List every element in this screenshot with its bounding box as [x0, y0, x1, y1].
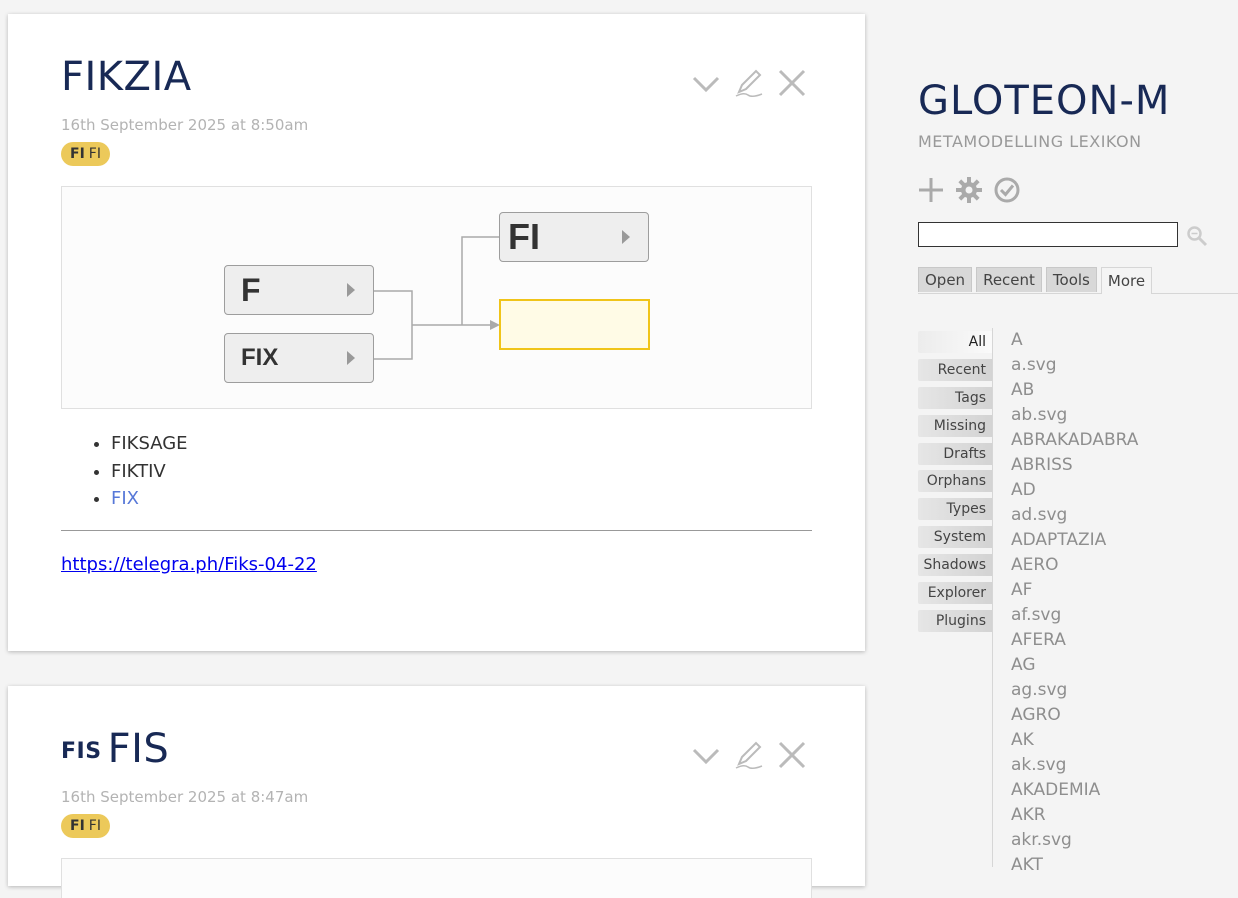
list-item[interactable]: ab.svg: [1011, 403, 1138, 428]
tag-pill[interactable]: FI FI: [61, 142, 110, 166]
sidebar-tabs: Open Recent Tools More: [918, 267, 1238, 294]
tiddler-fis: FIS FIS 16th September 2025 at 8:47am FI …: [8, 686, 865, 898]
expand-arrow-icon[interactable]: [347, 351, 355, 365]
list-item: FIKSAGE: [111, 430, 188, 458]
list-item[interactable]: ABRISS: [1011, 453, 1138, 478]
diagram-node-f[interactable]: F: [224, 265, 374, 315]
list-item[interactable]: AERO: [1011, 553, 1138, 578]
subtab-system[interactable]: System: [918, 526, 992, 549]
title-text: FIS: [107, 726, 170, 772]
list-item[interactable]: af.svg: [1011, 603, 1138, 628]
diagram-node-fix[interactable]: FIX: [224, 333, 374, 383]
tag-icon: FI: [70, 818, 85, 834]
search-input[interactable]: [918, 222, 1178, 247]
tag-icon: FI: [70, 146, 85, 162]
tag-label: FI: [88, 818, 101, 834]
list-item[interactable]: AF: [1011, 578, 1138, 603]
list-item[interactable]: ad.svg: [1011, 503, 1138, 528]
expand-arrow-icon[interactable]: [622, 230, 630, 244]
search-icon[interactable]: [1186, 225, 1208, 247]
tiddler-list: FIKSAGE FIKTIV FIX: [78, 430, 188, 513]
tiddler-controls: [691, 68, 807, 98]
tiddler-title: FIKZIA: [61, 54, 192, 100]
subtab-tags[interactable]: Tags: [918, 386, 992, 409]
list-item[interactable]: AKT: [1011, 853, 1138, 878]
list-item[interactable]: AKADEMIA: [1011, 778, 1138, 803]
subtab-missing[interactable]: Missing: [918, 414, 992, 437]
tag-label: FI: [88, 146, 101, 162]
edit-pencil-icon[interactable]: [734, 740, 764, 770]
subtab-all[interactable]: All: [918, 331, 992, 353]
more-subtabs: All Recent Tags Missing Drafts Orphans T…: [918, 331, 992, 638]
list-item[interactable]: AB: [1011, 378, 1138, 403]
diagram-node-current[interactable]: [499, 299, 650, 350]
node-label: F: [241, 271, 261, 308]
diagram-connectors: [374, 236, 500, 360]
diagram: [61, 858, 812, 898]
site-title: GLOTEON-M: [918, 78, 1171, 124]
list-item-link[interactable]: FIX: [111, 488, 139, 509]
list-item[interactable]: ADAPTAZIA: [1011, 528, 1138, 553]
list-item[interactable]: A: [1011, 328, 1138, 353]
tab-more[interactable]: More: [1100, 267, 1153, 294]
node-label: FI: [508, 216, 540, 257]
check-circle-icon[interactable]: [993, 176, 1021, 204]
tiddler-fikzia: FIKZIA 16th September 2025 at 8:50am FI …: [8, 14, 865, 651]
list-item[interactable]: AG: [1011, 653, 1138, 678]
list-item[interactable]: ag.svg: [1011, 678, 1138, 703]
subtab-shadows[interactable]: Shadows: [918, 554, 992, 577]
list-item[interactable]: AD: [1011, 478, 1138, 503]
subtab-recent[interactable]: Recent: [918, 358, 992, 381]
tiddler-title: FIS FIS: [61, 726, 169, 772]
expand-arrow-icon[interactable]: [347, 283, 355, 297]
edit-pencil-icon[interactable]: [734, 68, 764, 98]
subtab-plugins[interactable]: Plugins: [918, 609, 992, 632]
subtab-explorer[interactable]: Explorer: [918, 582, 992, 605]
list-item[interactable]: a.svg: [1011, 353, 1138, 378]
tiddler-date: 16th September 2025 at 8:50am: [61, 116, 309, 134]
external-link[interactable]: https://telegra.ph/Fiks-04-22: [61, 554, 317, 575]
diagram: F FIX FI: [61, 186, 812, 409]
all-tiddlers-list: A a.svg AB ab.svg ABRAKADABRA ABRISS AD …: [1011, 328, 1138, 878]
chevron-down-icon[interactable]: [691, 740, 721, 770]
divider: [61, 530, 812, 531]
title-prefix: FIS: [61, 739, 102, 764]
list-item: FIKTIV: [111, 458, 188, 486]
close-icon[interactable]: [777, 740, 807, 770]
tiddler-date: 16th September 2025 at 8:47am: [61, 788, 309, 806]
list-item[interactable]: ak.svg: [1011, 753, 1138, 778]
list-item: FIX: [111, 485, 188, 513]
tiddler-controls: [691, 740, 807, 770]
list-item[interactable]: ABRAKADABRA: [1011, 428, 1138, 453]
subtab-types[interactable]: Types: [918, 498, 992, 521]
tab-tools[interactable]: Tools: [1045, 267, 1097, 292]
subtab-orphans[interactable]: Orphans: [918, 470, 992, 493]
list-item[interactable]: AFERA: [1011, 628, 1138, 653]
subtab-drafts[interactable]: Drafts: [918, 442, 992, 465]
list-item[interactable]: AGRO: [1011, 703, 1138, 728]
close-icon[interactable]: [777, 68, 807, 98]
tag-pill[interactable]: FI FI: [61, 814, 110, 838]
list-item[interactable]: AK: [1011, 728, 1138, 753]
plus-icon[interactable]: [917, 176, 945, 204]
diagram-node-fi[interactable]: FI: [499, 212, 649, 262]
tab-open[interactable]: Open: [918, 267, 973, 292]
list-item[interactable]: AKR: [1011, 803, 1138, 828]
subtab-divider: [992, 328, 993, 867]
site-subtitle: METAMODELLING LEXIKON: [918, 132, 1142, 151]
chevron-down-icon[interactable]: [691, 68, 721, 98]
gear-icon[interactable]: [955, 176, 983, 204]
tab-recent[interactable]: Recent: [976, 267, 1042, 292]
sidebar-toolbar: [917, 176, 1021, 204]
node-label: FIX: [241, 344, 279, 371]
list-item[interactable]: akr.svg: [1011, 828, 1138, 853]
